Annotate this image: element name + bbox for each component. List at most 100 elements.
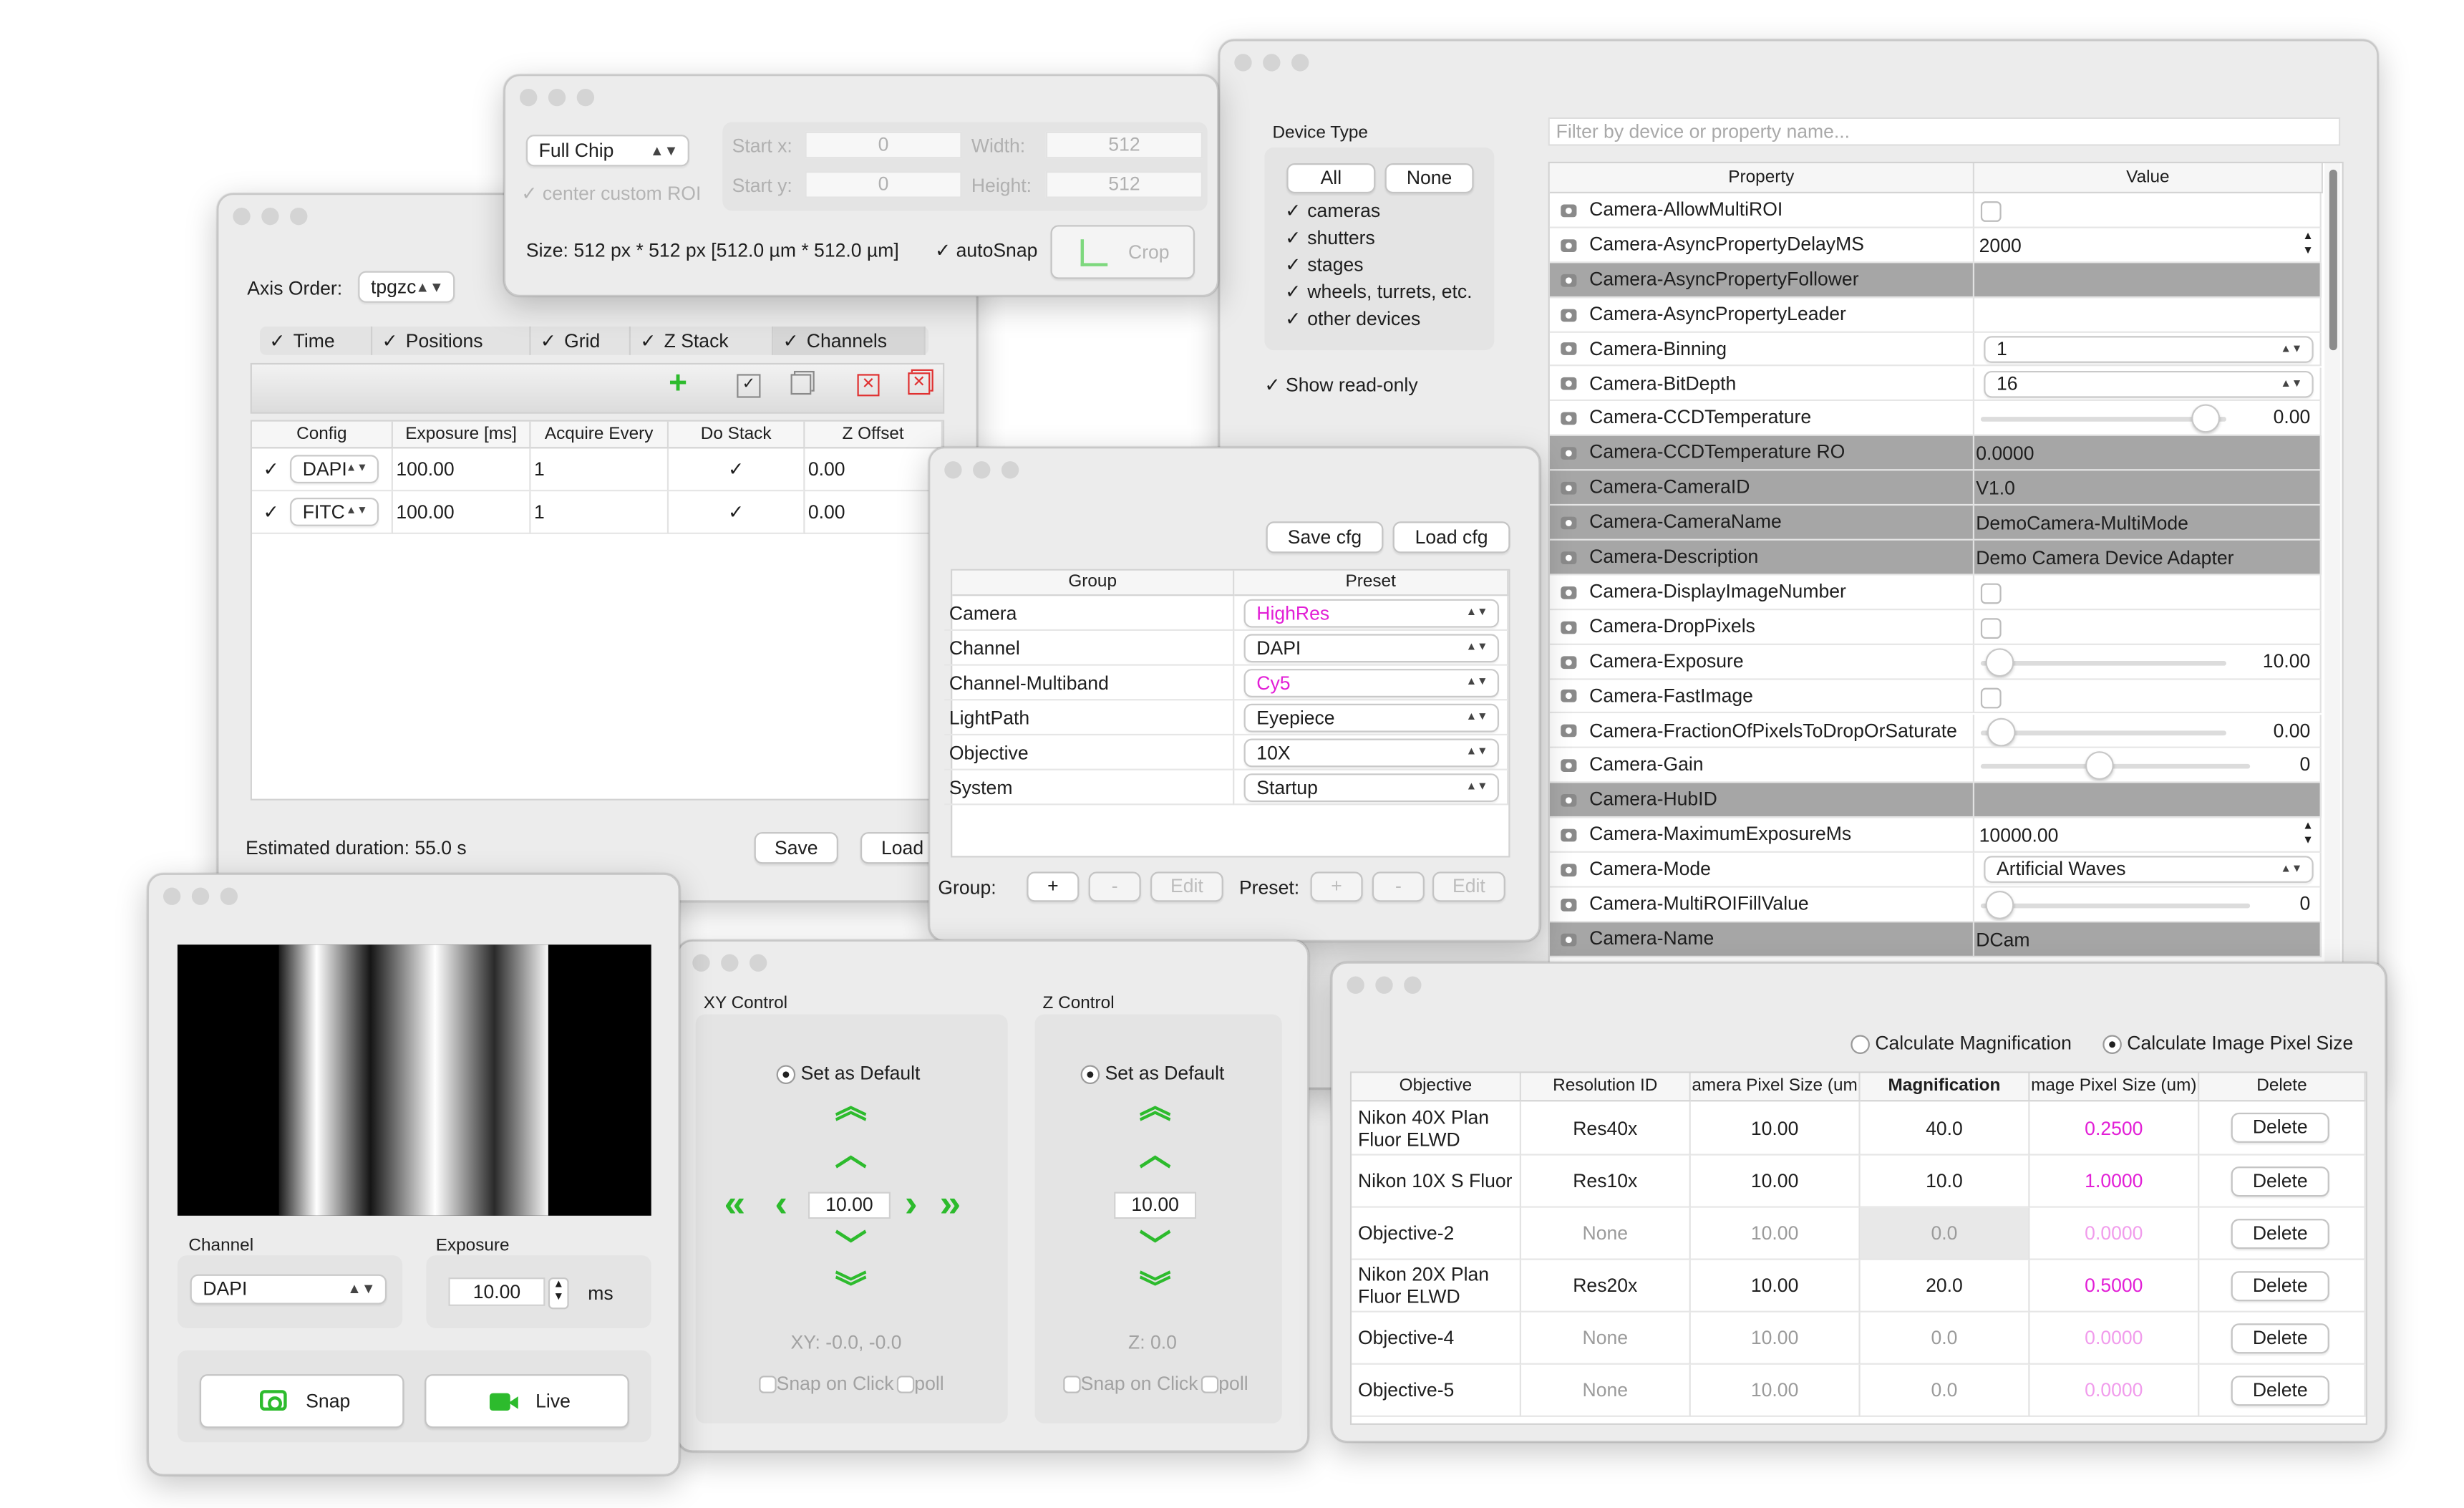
col-header[interactable]: Z Offset — [805, 421, 944, 449]
property-row[interactable]: Camera-AllowMultiROI — [1549, 193, 2322, 228]
z-set-default-radio[interactable]: Set as Default — [1080, 1062, 1224, 1084]
magnification[interactable]: 0.0 — [1860, 1312, 2030, 1365]
duplicate-icon[interactable] — [790, 374, 812, 395]
col-header[interactable]: Acquire Every — [530, 421, 669, 449]
property-row[interactable]: Camera-CCDTemperature 0.00 — [1549, 401, 2322, 437]
exposure-stepper[interactable]: ▲ ▼ — [548, 1277, 569, 1310]
preset-select[interactable]: DAPI ▲▼ — [1243, 634, 1499, 663]
camera-pixel-size[interactable]: 10.00 — [1690, 1155, 1861, 1208]
title-bar[interactable] — [1220, 42, 2377, 83]
property-row[interactable]: Camera-CameraID V1.0 — [1549, 470, 2322, 506]
property-value-cell[interactable] — [1974, 609, 2322, 645]
start-y-field[interactable]: 0 — [805, 171, 962, 198]
property-row[interactable]: Camera-Description Demo Camera Device Ada… — [1549, 540, 2322, 576]
title-bar[interactable] — [930, 448, 1538, 490]
resolution-id[interactable]: Res40x — [1520, 1101, 1691, 1156]
resolution-id[interactable]: Res10x — [1520, 1155, 1691, 1208]
group-row[interactable]: Objective 10X ▲▼ — [944, 735, 1509, 770]
preset-cell[interactable]: Startup ▲▼ — [1234, 770, 1509, 806]
none-button[interactable]: None — [1384, 163, 1474, 194]
xy-right-double-icon[interactable]: » — [940, 1185, 961, 1223]
slider-knob[interactable] — [1987, 717, 2016, 746]
check-icon[interactable]: ✓ — [263, 458, 278, 480]
config-select[interactable]: DAPI ▲▼ — [290, 455, 379, 484]
all-button[interactable]: All — [1286, 163, 1376, 194]
col-header[interactable]: Do Stack — [669, 421, 805, 449]
col-preset-header[interactable]: Preset — [1234, 570, 1509, 596]
device-checkbox[interactable]: ✓ shutters — [1285, 227, 1375, 249]
preset-cell[interactable]: 10X ▲▼ — [1234, 735, 1509, 770]
col-group-header[interactable]: Group — [952, 570, 1235, 596]
table-row[interactable]: ✓ DAPI ▲▼ 100.00 1 ✓ 0.00 — [251, 448, 944, 492]
property-row[interactable]: Camera-FastImage — [1549, 679, 2322, 715]
device-checkbox[interactable]: ✓ cameras — [1285, 200, 1380, 222]
property-value-cell[interactable]: 0 — [1974, 887, 2322, 923]
property-value-cell[interactable]: DemoCamera-MultiMode — [1974, 506, 2322, 541]
resolution-id[interactable]: None — [1520, 1312, 1691, 1365]
property-row[interactable]: Camera-MaximumExposureMs 10000.00 ▲ ▼ — [1549, 818, 2322, 854]
col-header[interactable]: Exposure [ms] — [392, 421, 531, 449]
check-icon[interactable]: ✓ — [263, 501, 278, 523]
load-cfg-button[interactable]: Load cfg — [1392, 521, 1510, 554]
crop-button[interactable]: Crop — [1050, 225, 1195, 279]
property-value-cell[interactable]: DCam — [1974, 922, 2322, 957]
table-row[interactable]: Objective-2 None 10.00 0.0 0.0000 Delete — [1352, 1207, 2366, 1260]
start-x-field[interactable]: 0 — [805, 131, 962, 159]
acquire-every-cell[interactable]: 1 — [530, 448, 669, 492]
title-bar[interactable] — [1333, 964, 2385, 1005]
title-bar[interactable] — [505, 76, 1217, 117]
do-stack-cell[interactable]: ✓ — [669, 491, 805, 534]
slider-knob[interactable] — [2191, 405, 2221, 434]
config-select[interactable]: FITC ▲▼ — [290, 498, 379, 526]
property-row[interactable]: Camera-FractionOfPixelsToDropOrSaturate 0… — [1549, 714, 2322, 749]
show-readonly-checkbox[interactable]: ✓ Show read-only — [1264, 374, 1417, 396]
autosnap-checkbox[interactable]: ✓ autoSnap — [935, 239, 1037, 261]
property-value-cell[interactable] — [1974, 575, 2322, 610]
delete-button[interactable]: Delete — [2231, 1166, 2329, 1197]
delete-button[interactable]: Delete — [2231, 1323, 2329, 1354]
xy-up-double-icon[interactable]: ︽ — [833, 1092, 868, 1123]
z-offset-cell[interactable]: 0.00 — [805, 448, 944, 492]
property-row[interactable]: Camera-Exposure 10.00 — [1549, 644, 2322, 680]
resolution-id[interactable]: Res20x — [1520, 1260, 1691, 1313]
property-value-cell[interactable]: 2000 ▲ ▼ — [1974, 228, 2322, 263]
delete-button[interactable]: Delete — [2231, 1219, 2329, 1250]
preset-cell[interactable]: Cy5 ▲▼ — [1234, 665, 1509, 701]
save-button[interactable]: Save — [754, 832, 838, 864]
checkbox-icon[interactable] — [1980, 583, 2002, 604]
exposure-cell[interactable]: 100.00 — [392, 448, 531, 492]
exposure-field[interactable]: 10.00 — [448, 1277, 545, 1306]
add-group-button[interactable]: + — [1027, 871, 1080, 902]
check-all-icon[interactable]: ✓ — [737, 374, 761, 398]
add-icon[interactable]: + — [669, 366, 687, 402]
property-value-cell[interactable]: 0.00 — [1974, 714, 2322, 749]
property-value-cell[interactable] — [1974, 193, 2322, 228]
edit-preset-button[interactable]: Edit — [1432, 871, 1505, 902]
preset-select[interactable]: Startup ▲▼ — [1243, 773, 1499, 803]
calc-pixel-size-radio[interactable]: Calculate Image Pixel Size — [2102, 1032, 2353, 1054]
calc-magnification-radio[interactable]: Calculate Magnification — [1851, 1032, 2072, 1054]
col-header[interactable]: Config — [251, 421, 393, 449]
property-row[interactable]: Camera-AsyncPropertyFollower — [1549, 262, 2322, 298]
stepper-icon[interactable]: ▲ ▼ — [2302, 230, 2313, 258]
group-row[interactable]: Camera HighRes ▲▼ — [944, 596, 1509, 631]
table-row[interactable]: Objective-5 None 10.00 0.0 0.0000 Delete — [1352, 1364, 2366, 1417]
config-cell[interactable]: ✓ FITC ▲▼ — [251, 491, 393, 534]
col-property-header[interactable]: Property — [1549, 163, 1975, 194]
config-cell[interactable]: ✓ DAPI ▲▼ — [251, 448, 393, 492]
xy-left-icon[interactable]: ‹ — [775, 1185, 787, 1223]
camera-pixel-size[interactable]: 10.00 — [1690, 1101, 1861, 1156]
property-row[interactable]: Camera-BitDepth 16 ▲▼ — [1549, 367, 2322, 402]
z-up-icon[interactable]: ︿ — [1138, 1140, 1173, 1171]
xy-up-icon[interactable]: ︿ — [833, 1140, 868, 1171]
magnification[interactable]: 0.0 — [1860, 1207, 2030, 1260]
property-row[interactable]: Camera-AsyncPropertyLeader — [1549, 297, 2322, 332]
z-up-double-icon[interactable]: ︽ — [1138, 1092, 1173, 1123]
property-row[interactable]: Camera-CameraName DemoCamera-MultiMode — [1549, 506, 2322, 541]
remove-preset-button[interactable]: - — [1372, 871, 1425, 902]
z-snap-on-click-checkbox[interactable]: Snap on Click poll — [1063, 1373, 1248, 1395]
magnification[interactable]: 20.0 — [1860, 1260, 2030, 1313]
width-field[interactable]: 512 — [1045, 131, 1203, 159]
col-header[interactable]: mage Pixel Size (um) — [2029, 1073, 2200, 1102]
edit-group-button[interactable]: Edit — [1150, 871, 1223, 902]
